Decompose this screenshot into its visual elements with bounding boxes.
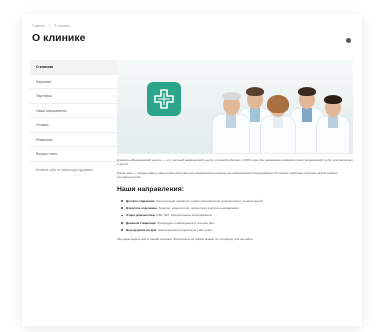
direction-title: Дневной стационар.: [126, 220, 157, 225]
direction-title: Взрослое отделение.: [126, 205, 158, 210]
directions-list: Детское отделение. Консультации педиатра…: [117, 199, 355, 232]
menu-dot-icon[interactable]: [346, 38, 351, 43]
direction-title: Детское отделение.: [126, 198, 156, 203]
direction-title: Выезд врача на дом.: [126, 227, 158, 232]
list-item: Выезд врача на дом. Консультация специал…: [121, 228, 355, 232]
intro-paragraph: Клиника «Медицинский центр» — это частны…: [117, 158, 353, 167]
sidebar: О клинике Лицензии Партнеры Наши специал…: [30, 60, 120, 190]
sidebar-item-faq[interactable]: Вопрос-ответ: [30, 147, 120, 162]
direction-title: Отдел диагностики.: [126, 213, 156, 218]
list-item: Детское отделение. Консультации педиатра…: [121, 199, 355, 203]
directions-heading: Наши направления:: [117, 185, 184, 193]
outro-paragraph: Мы рады видеть вас в нашей клинике. Запи…: [117, 237, 254, 242]
doctor-figure: [209, 88, 253, 154]
breadcrumb-home[interactable]: Главная: [32, 24, 45, 28]
breadcrumb: Главная / О клинике: [32, 24, 73, 28]
direction-text: УЗИ, ЭКГ, лабораторные исследования.: [156, 213, 213, 218]
sidebar-item-reviews[interactable]: Отзывы: [30, 118, 120, 133]
direction-text: Консультации педиатра и узких специалист…: [156, 198, 264, 203]
direction-text: Терапия, кардиология, неврология и други…: [158, 205, 240, 210]
main-content: Клиника «Медицинский центр» — это частны…: [117, 158, 355, 246]
intro-paragraph-2: Наша цель — предоставить пациентам качес…: [117, 170, 338, 180]
doctor-figure: [257, 90, 299, 154]
list-item: Дневной стационар. Процедуры и наблюдени…: [121, 221, 355, 225]
medical-cross-icon: [154, 89, 174, 109]
direction-text: Консультация специалиста у вас дома.: [158, 227, 213, 232]
sidebar-item-requisites[interactable]: Реквизиты: [30, 133, 120, 147]
doctor-figure: [313, 90, 353, 154]
hero-image: [117, 60, 353, 154]
direction-text: Процедуры и наблюдение в течение дня.: [157, 220, 215, 225]
list-item: Взрослое отделение. Терапия, кардиология…: [121, 206, 355, 210]
breadcrumb-separator: /: [48, 24, 50, 28]
sidebar-item-licenses[interactable]: Лицензии: [30, 75, 120, 89]
sidebar-note: Лечение зуба не опасно для здоровья: [36, 167, 93, 172]
breadcrumb-current: О клинике: [53, 24, 70, 28]
sidebar-item-partners[interactable]: Партнеры: [30, 89, 120, 104]
page-title: О клинике: [32, 32, 86, 44]
page: Главная / О клинике О клинике О клинике …: [0, 0, 378, 332]
clinic-logo: [147, 82, 181, 116]
sidebar-item-specialists[interactable]: Наши специалисты: [30, 104, 120, 118]
browser-page-frame: Главная / О клинике О клинике О клинике …: [22, 14, 362, 326]
list-item: Отдел диагностики. УЗИ, ЭКГ, лабораторны…: [121, 213, 355, 217]
sidebar-item-about[interactable]: О клинике: [30, 60, 120, 75]
